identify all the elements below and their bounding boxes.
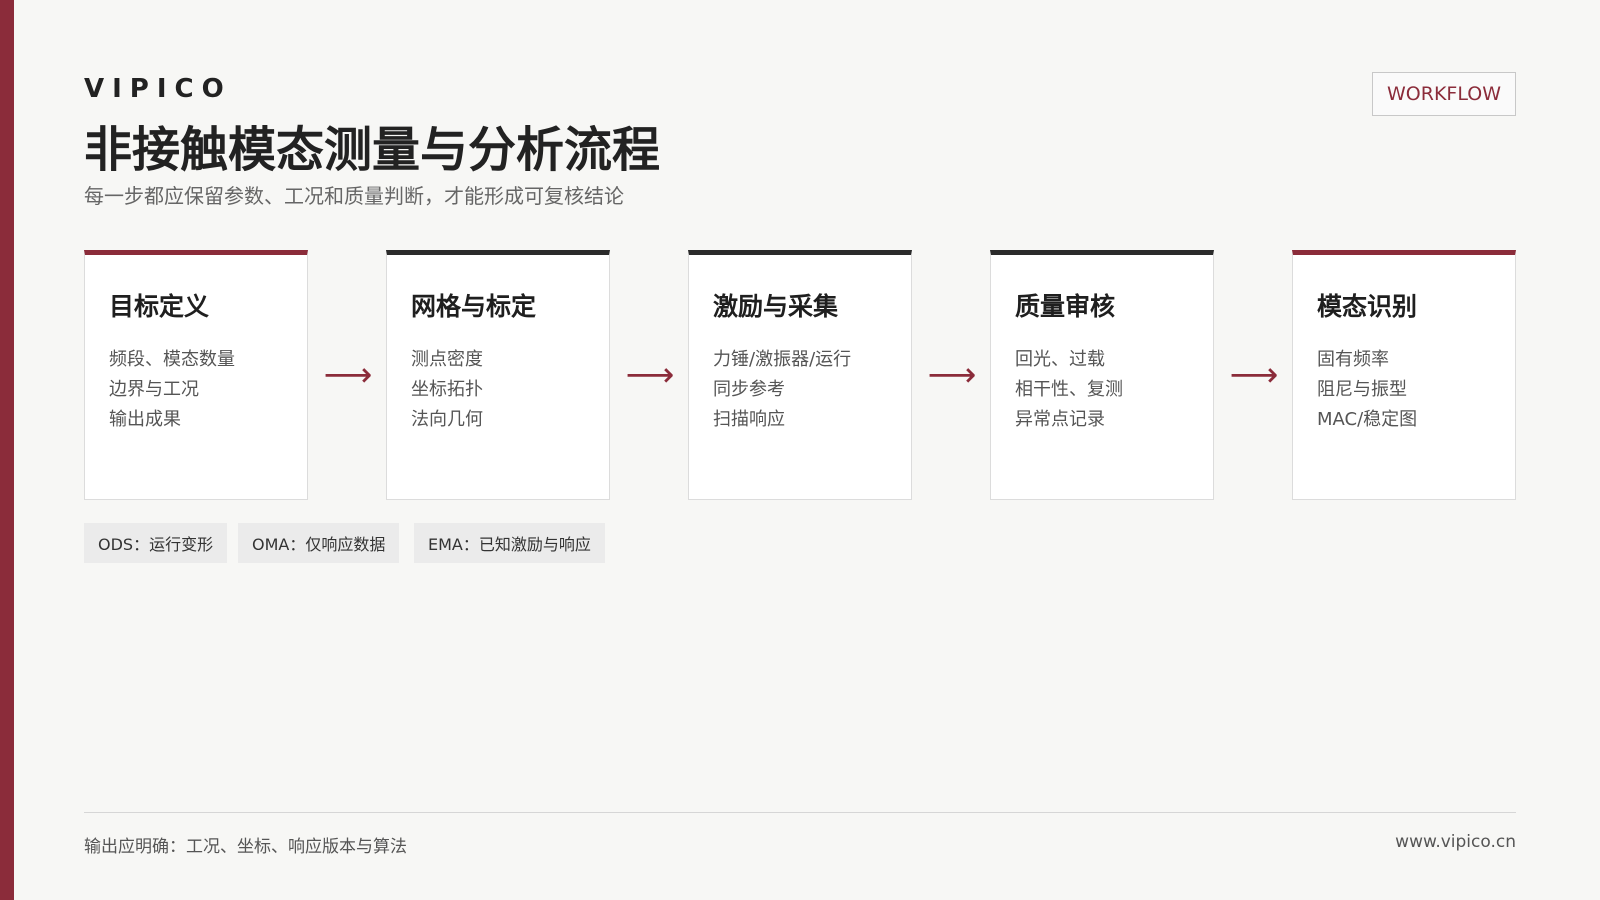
footer-note: 输出应明确：工况、坐标、响应版本与算法 [84,837,407,857]
step-card-title: 质量审核 [1015,292,1116,321]
tag-ods: ODS：运行变形 [84,523,228,563]
step-card-excitation-acquisition: 激励与采集 力锤/激振器/运行 同步参考 扫描响应 [688,250,912,500]
step-card-item: 法向几何 [411,409,483,430]
step-card-item: 频段、模态数量 [109,349,235,370]
step-card-item: 回光、过载 [1015,349,1105,370]
footer-divider [84,812,1516,813]
arrow-right-icon: ⟶ [1229,355,1279,395]
arrow-right-icon: ⟶ [323,355,373,395]
page-subtitle: 每一步都应保留参数、工况和质量判断，才能形成可复核结论 [84,184,624,208]
step-card-item: 力锤/激振器/运行 [713,349,852,370]
step-card-item: 同步参考 [713,379,785,400]
step-card-item: 异常点记录 [1015,409,1105,430]
tag-oma: OMA：仅响应数据 [238,523,400,563]
step-card-grid-calibration: 网格与标定 测点密度 坐标拓扑 法向几何 [386,250,610,500]
footer-website: www.vipico.cn [1395,832,1516,852]
brand-logo-text: VIPICO [84,74,232,104]
step-card-title: 模态识别 [1317,292,1418,321]
left-accent-bar [0,0,14,900]
arrow-right-icon: ⟶ [927,355,977,395]
step-card-item: 测点密度 [411,349,483,370]
step-card-item: 固有频率 [1317,349,1389,370]
step-card-item: MAC/稳定图 [1317,409,1418,430]
step-card-modal-identification: 模态识别 固有频率 阻尼与振型 MAC/稳定图 [1292,250,1516,500]
page-title: 非接触模态测量与分析流程 [84,122,661,178]
step-card-item: 输出成果 [109,409,181,430]
step-card-title: 激励与采集 [713,292,839,321]
step-card-item: 阻尼与振型 [1317,379,1407,400]
step-card-item: 坐标拓扑 [411,379,483,400]
workflow-badge: WORKFLOW [1372,72,1516,116]
step-card-item: 边界与工况 [109,379,199,400]
step-card-target-definition: 目标定义 频段、模态数量 边界与工况 输出成果 [84,250,308,500]
step-card-title: 网格与标定 [411,292,537,321]
tag-ema: EMA：已知激励与响应 [414,523,605,563]
step-card-item: 扫描响应 [713,409,785,430]
arrow-right-icon: ⟶ [625,355,675,395]
step-card-item: 相干性、复测 [1015,379,1123,400]
step-card-quality-review: 质量审核 回光、过载 相干性、复测 异常点记录 [990,250,1214,500]
step-card-title: 目标定义 [109,292,210,321]
